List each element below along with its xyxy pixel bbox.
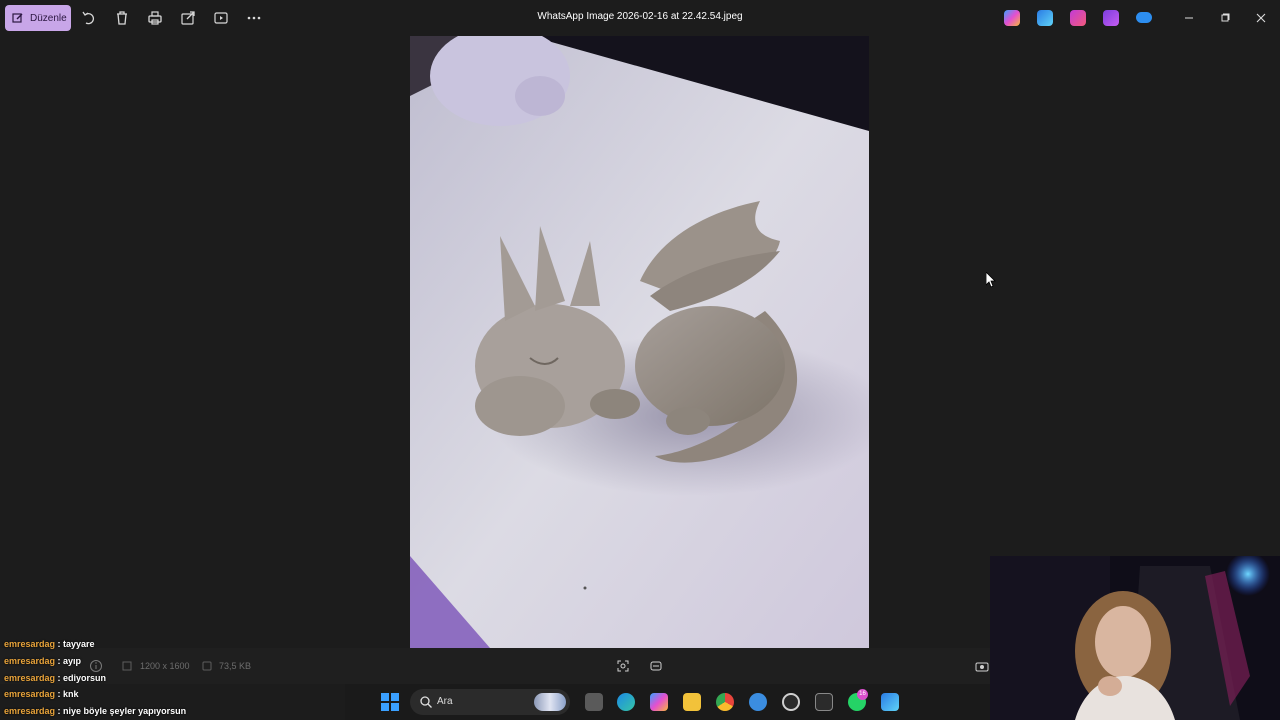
windows-start-icon[interactable] xyxy=(381,693,399,711)
edit-button[interactable]: Düzenle xyxy=(5,5,71,31)
window-title: WhatsApp Image 2026-02-16 at 22.42.54.jp… xyxy=(537,11,743,22)
restore-icon[interactable] xyxy=(1214,8,1236,28)
chrome-icon[interactable] xyxy=(716,693,734,711)
clipchamp-icon[interactable] xyxy=(1070,10,1086,26)
edge-icon[interactable] xyxy=(617,693,635,711)
fit-to-window-icon[interactable] xyxy=(616,659,630,673)
copilot-icon[interactable] xyxy=(1004,10,1020,26)
taskbar-search[interactable]: Ara xyxy=(410,689,570,715)
folder-icon[interactable] xyxy=(683,693,701,711)
chat-message: emresardag : knk xyxy=(4,689,79,699)
designer-icon[interactable] xyxy=(1037,10,1053,26)
file-explorer-taskview-icon[interactable] xyxy=(585,693,603,711)
visual-search-icon[interactable] xyxy=(649,659,663,673)
onedrive-icon[interactable] xyxy=(1136,12,1152,23)
terminal-icon[interactable] xyxy=(815,693,833,711)
photo-viewer-image[interactable] xyxy=(410,36,869,648)
search-highlight-icon xyxy=(534,693,566,711)
streamer-webcam-feed xyxy=(990,556,1280,720)
delete-icon[interactable] xyxy=(113,9,131,27)
close-icon[interactable] xyxy=(1250,8,1272,28)
obs-icon[interactable] xyxy=(782,693,800,711)
chat-message: emresardag : ediyorsun xyxy=(4,673,107,683)
notification-badge: 16 xyxy=(857,689,868,700)
taskbar: Ara 16 xyxy=(345,684,990,720)
rotate-icon[interactable] xyxy=(80,9,98,27)
chat-message: emresardag : tayyare xyxy=(4,639,95,649)
chat-message: emresardag : niye böyle şeyler yapıyorsu… xyxy=(4,706,187,716)
edit-icon xyxy=(12,13,23,23)
search-placeholder: Ara xyxy=(437,696,453,707)
app-icon[interactable] xyxy=(749,693,767,711)
chat-message: emresardag : ayıp xyxy=(4,656,82,666)
webcam-overlay xyxy=(990,556,1280,720)
stream-chat-overlay: emresardag : tayyare emresardag : ayıp e… xyxy=(0,636,345,720)
title-bar: Düzenle WhatsApp Image 2026-02-16 at 22.… xyxy=(0,0,1280,36)
paint-icon[interactable] xyxy=(881,693,899,711)
edit-button-label: Düzenle xyxy=(30,12,67,24)
dragon-figurine-photo xyxy=(410,36,869,648)
slideshow-icon[interactable] xyxy=(212,9,230,27)
search-icon xyxy=(420,696,432,708)
copilot-taskbar-icon[interactable] xyxy=(650,693,668,711)
video-editor-icon[interactable] xyxy=(1103,10,1119,26)
share-icon[interactable] xyxy=(179,9,197,27)
minimize-icon[interactable] xyxy=(1178,8,1200,28)
camera-icon[interactable] xyxy=(975,659,989,673)
more-icon[interactable] xyxy=(245,9,263,27)
mouse-cursor-icon xyxy=(986,272,996,288)
print-icon[interactable] xyxy=(146,9,164,27)
